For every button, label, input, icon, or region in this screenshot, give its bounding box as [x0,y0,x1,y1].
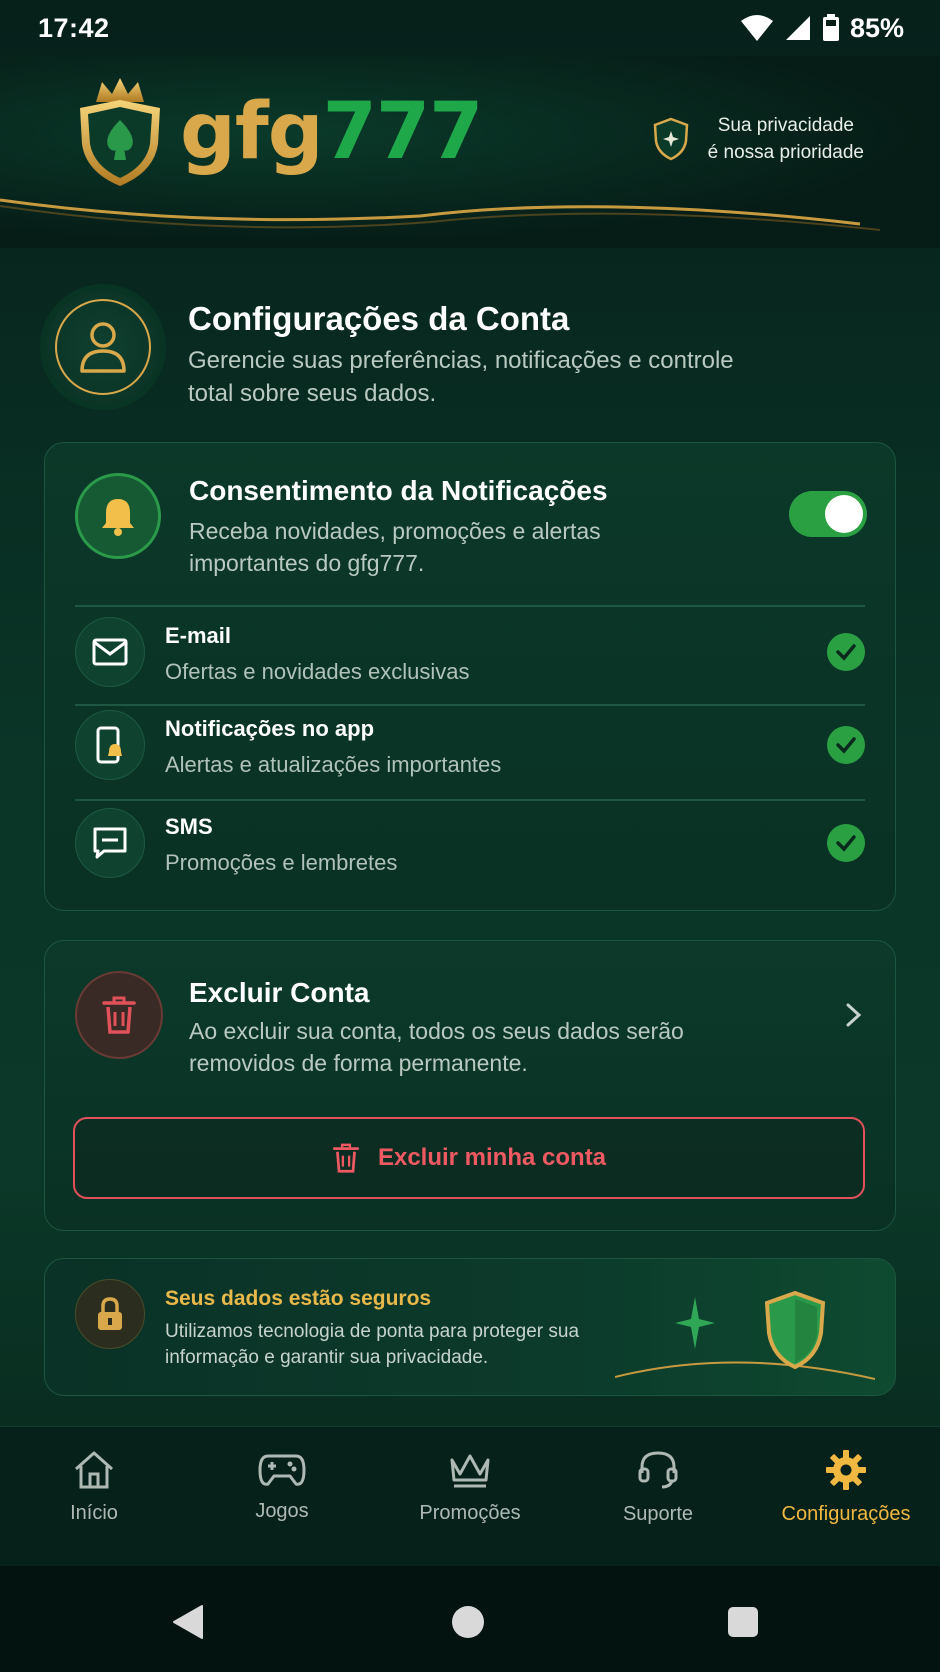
notification-consent-toggle[interactable] [789,491,867,537]
status-icons: 85% [740,13,904,44]
brand-wordmark-777: 777 [322,87,484,177]
gear-icon [826,1449,866,1490]
home-button[interactable] [452,1606,484,1638]
channel-email[interactable]: E-mail Ofertas e novidades exclusivas [75,607,865,699]
nav-label-promocoes: Promoções [419,1501,521,1524]
channel-app-subtitle: Alertas e atualizações importantes [165,752,502,777]
security-subtitle: Utilizamos tecnologia de ponta para prot… [165,1321,580,1368]
channel-app[interactable]: Notificações no app Alertas e atualizaçõ… [75,700,865,792]
account-heading: Configurações da Conta Gerencie suas pre… [46,290,896,410]
mail-icon [92,638,128,666]
channel-email-icon-wrap [75,617,145,687]
channel-app-title: Notificações no app [165,716,375,741]
gold-wave-decoration [0,198,881,231]
channel-sms-subtitle: Promoções e lembretes [165,850,398,875]
delete-my-account-button[interactable]: Excluir minha conta [73,1117,865,1199]
channel-email-subtitle: Ofertas e novidades exclusivas [165,659,470,684]
phone-notification-icon [96,726,122,764]
nav-item-promocoes[interactable]: Promoções [376,1427,564,1547]
privacy-badge: Sua privacidade é nossa prioridade [652,112,864,166]
page-title: Configurações da Conta [188,300,570,337]
delete-account-subtitle: Ao excluir sua conta, todos os seus dado… [189,1018,684,1076]
spade-crown-shield-icon [80,78,160,186]
shield-sparkle-icon [653,117,688,161]
trash-icon [332,1143,359,1173]
bell-icon [102,499,134,536]
status-time: 17:42 [38,12,110,43]
account-avatar-ring [55,299,151,395]
notification-badge [75,473,161,559]
delete-my-account-label: Excluir minha conta [377,1144,607,1171]
nav-item-inicio[interactable]: Início [0,1427,188,1547]
notification-consent-subtitle: Receba novidades, promoções e alertas im… [189,518,601,576]
channel-sms-check[interactable] [827,824,865,862]
brand-wordmark-gfg: gfg [180,87,324,177]
nav-label-jogos: Jogos [255,1499,309,1522]
brand-logo[interactable]: gfg777 [74,74,484,190]
notification-consent-card: Consentimento da Notificações Receba nov… [44,442,896,911]
security-title: Seus dados estão seguros [165,1287,432,1310]
nav-label-inicio: Início [70,1501,118,1524]
chevron-right-icon[interactable] [841,1003,865,1027]
message-icon [93,827,127,859]
user-icon [80,322,126,373]
signal-icon [785,16,810,40]
delete-account-title: Excluir Conta [189,977,370,1008]
delete-account-card: Excluir Conta Ao excluir sua conta, todo… [44,940,896,1231]
recent-apps-button[interactable] [728,1607,758,1637]
channel-app-check[interactable] [827,726,865,764]
home-icon [75,1451,113,1488]
back-icon[interactable] [172,1604,204,1640]
security-badge [75,1279,145,1349]
privacy-line-2: é nossa prioridade [707,142,864,163]
check-icon [836,737,856,754]
check-icon [836,644,856,661]
check-icon [836,835,856,852]
nav-item-suporte[interactable]: Suporte [564,1427,752,1547]
gamepad-icon [258,1454,306,1486]
green-shield-sparkle-icon [615,1290,875,1380]
privacy-text: Sua privacidade é nossa prioridade [708,112,864,166]
trash-icon [102,996,136,1034]
account-avatar [46,290,160,404]
bottom-navigation: Início Jogos Promoções Suporte Configura… [0,1426,940,1566]
nav-item-configuracoes[interactable]: Configurações [752,1427,940,1547]
battery-percent: 85% [849,12,904,43]
crown-icon [450,1454,490,1487]
delete-account-badge [75,971,163,1059]
channel-sms[interactable]: SMS Promoções e lembretes [75,798,865,890]
nav-label-suporte: Suporte [622,1502,694,1525]
status-bar: 17:42 85% [0,0,940,56]
system-navigation-bar [0,1566,940,1672]
channel-sms-title: SMS [165,814,213,839]
app-header: gfg777 Sua privacidade é nossa prioridad… [0,56,940,248]
nav-label-configuracoes: Configurações [781,1502,911,1525]
page-subtitle: Gerencie suas preferências, notificações… [188,347,734,407]
toggle-knob [825,495,863,533]
notification-consent-title: Consentimento da Notificações [189,475,608,506]
nav-item-jogos[interactable]: Jogos [188,1427,376,1547]
data-security-card: Seus dados estão seguros Utilizamos tecn… [44,1258,896,1396]
privacy-line-1: Sua privacidade [717,115,854,136]
wifi-icon [740,15,773,41]
brand-wordmark: gfg777 [180,87,484,177]
headset-icon [638,1450,678,1488]
channel-app-icon-wrap [75,710,145,780]
channel-sms-icon-wrap [75,808,145,878]
channel-email-title: E-mail [165,623,232,648]
lock-icon [98,1297,122,1330]
battery-icon [822,14,839,41]
channel-email-check[interactable] [827,633,865,671]
screen: 17:42 85% gfg777 Sua privacidade é nossa… [0,0,940,1672]
